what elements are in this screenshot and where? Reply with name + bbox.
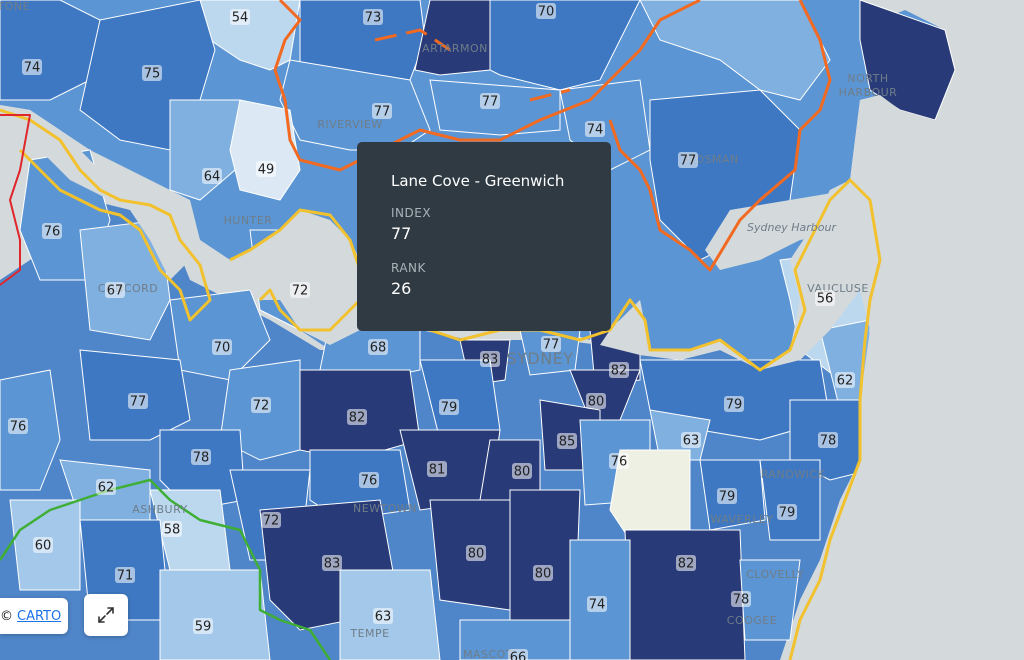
- region-value-label: 76: [611, 455, 628, 470]
- region-value-label: 67: [107, 284, 124, 299]
- place-label: ARTARMON: [422, 42, 488, 55]
- region-value-label: 62: [98, 481, 115, 496]
- region-value-label: 59: [195, 620, 212, 635]
- region-value-label: 63: [683, 434, 700, 449]
- place-label: HARBOUR: [839, 86, 898, 99]
- place-label: MASCOT: [463, 648, 513, 660]
- place-label: RIVERVIEW: [317, 118, 383, 131]
- region-value-label: 64: [204, 170, 221, 185]
- place-label: NORTH: [847, 72, 888, 85]
- region-value-label: 79: [779, 506, 796, 521]
- tooltip-index-label: INDEX: [391, 206, 432, 220]
- region-value-label: 80: [468, 547, 485, 562]
- place-label: RANDWICK: [761, 468, 826, 481]
- place-label: SYDNEY: [506, 349, 573, 368]
- region-value-label: 78: [733, 593, 750, 608]
- region-value-label: 66: [510, 651, 527, 660]
- region-value-label: 77: [374, 105, 391, 120]
- expand-arrows-icon: [98, 607, 114, 623]
- copyright-symbol: ©: [0, 608, 13, 624]
- place-label: COOGEE: [727, 614, 777, 627]
- region-value-label: 80: [514, 465, 531, 480]
- region-value-label: 79: [726, 398, 743, 413]
- region-value-label: 78: [820, 434, 837, 449]
- place-label: STONE: [0, 0, 30, 13]
- region[interactable]: [624, 529, 746, 660]
- region-value-label: 77: [130, 395, 147, 410]
- region-value-label: 72: [253, 399, 270, 414]
- region-value-label: 72: [263, 514, 280, 529]
- region[interactable]: [229, 99, 301, 201]
- region-value-label: 74: [587, 123, 604, 138]
- map-attribution: © CARTO: [0, 598, 68, 634]
- region-value-label: 72: [292, 284, 309, 299]
- region-value-label: 83: [324, 557, 341, 572]
- region-value-label: 60: [35, 539, 52, 554]
- region-value-label: 82: [678, 557, 695, 572]
- place-label: WAVERLEY: [710, 513, 773, 526]
- region-value-label: 76: [10, 420, 27, 435]
- region-value-label: 70: [214, 341, 231, 356]
- region-value-label: 80: [588, 395, 605, 410]
- region[interactable]: [159, 569, 271, 660]
- region-value-label: 79: [719, 490, 736, 505]
- region-value-label: 83: [482, 353, 499, 368]
- region-value-label: 63: [375, 610, 392, 625]
- region-value-label: 81: [429, 463, 446, 478]
- tooltip-index-value: 77: [391, 224, 412, 243]
- place-label: ASHBURY: [132, 503, 188, 516]
- carto-link[interactable]: CARTO: [17, 609, 61, 624]
- region-value-label: 75: [144, 67, 161, 82]
- region-value-label: 49: [258, 163, 275, 178]
- region-value-label: 58: [164, 523, 181, 538]
- region-tooltip: Lane Cove - Greenwich INDEX 77 RANK 26: [357, 142, 611, 331]
- region-value-label: 71: [117, 569, 134, 584]
- water-label: Sydney Harbour: [747, 221, 837, 234]
- region-value-label: 68: [370, 341, 387, 356]
- region-value-label: 79: [441, 401, 458, 416]
- region-value-label: 73: [365, 11, 382, 26]
- region-value-label: 62: [837, 374, 854, 389]
- region-value-label: 77: [680, 154, 697, 169]
- region-value-label: 80: [535, 567, 552, 582]
- tooltip-title: Lane Cove - Greenwich: [391, 172, 565, 190]
- region-value-label: 74: [24, 61, 41, 76]
- place-label: HUNTER: [224, 214, 273, 227]
- region-value-label: 82: [349, 411, 366, 426]
- region-value-label: 76: [361, 474, 378, 489]
- region-value-label: 70: [538, 5, 555, 20]
- place-label: CLOVELLY: [746, 568, 804, 581]
- tooltip-rank-label: RANK: [391, 261, 426, 275]
- place-label: NEWTOWN: [353, 502, 417, 515]
- region-value-label: 54: [232, 11, 249, 26]
- region-value-label: 77: [543, 338, 560, 353]
- fullscreen-button[interactable]: [84, 594, 128, 636]
- tooltip-rank-value: 26: [391, 279, 412, 298]
- region-value-label: 82: [611, 364, 628, 379]
- region-value-label: 76: [44, 225, 61, 240]
- region-value-label: 56: [817, 292, 834, 307]
- region-value-label: 85: [559, 435, 576, 450]
- region-value-label: 74: [589, 598, 606, 613]
- region-value-label: 77: [482, 95, 499, 110]
- place-label: TEMPE: [349, 627, 389, 640]
- region-value-label: 78: [193, 451, 210, 466]
